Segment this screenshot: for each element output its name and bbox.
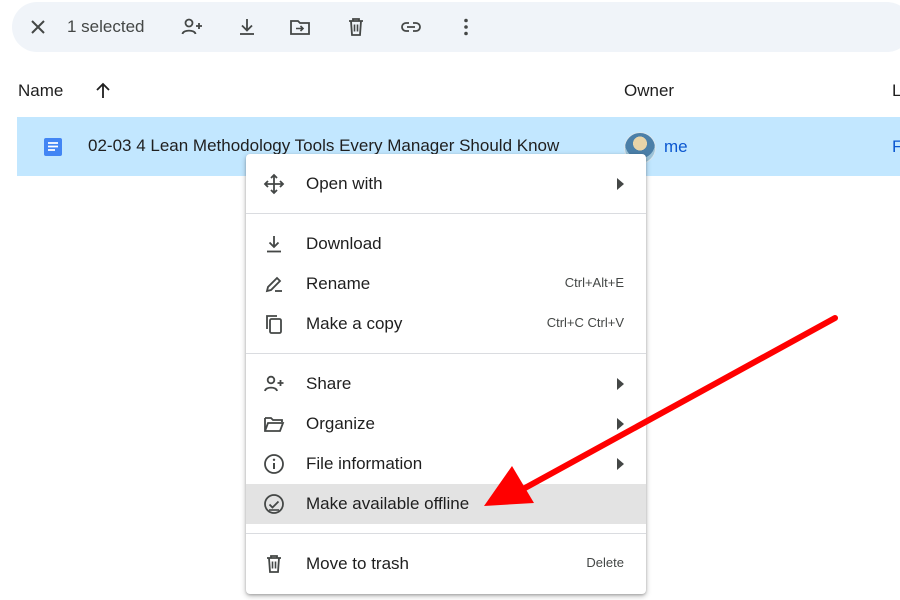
menu-item-label: File information bbox=[306, 454, 423, 473]
more-vert-icon[interactable] bbox=[454, 15, 478, 39]
menu-item-label: Move to trash bbox=[306, 554, 409, 573]
owner-name: me bbox=[664, 137, 688, 156]
offline-check-icon bbox=[262, 492, 286, 516]
share-person-add-icon[interactable] bbox=[180, 15, 204, 39]
shortcut-hint: Delete bbox=[586, 555, 624, 570]
copy-icon bbox=[262, 312, 286, 336]
shortcut-hint: Ctrl+Alt+E bbox=[564, 275, 624, 290]
sort-ascending-icon[interactable] bbox=[93, 81, 113, 101]
submenu-arrow-icon bbox=[617, 178, 624, 190]
column-header-owner[interactable]: Owner bbox=[624, 81, 674, 101]
shortcut-hint: Ctrl+C Ctrl+V bbox=[546, 315, 624, 330]
google-doc-icon bbox=[43, 137, 63, 162]
menu-item-organize[interactable]: Organize bbox=[246, 404, 646, 444]
menu-divider bbox=[246, 533, 646, 534]
menu-item-file-information[interactable]: File information bbox=[246, 444, 646, 484]
menu-item-label: Download bbox=[306, 234, 382, 253]
last-modified-clipped: F bbox=[892, 137, 900, 156]
menu-divider bbox=[246, 353, 646, 354]
menu-divider bbox=[246, 213, 646, 214]
move-to-folder-icon[interactable] bbox=[288, 15, 312, 39]
context-menu: Open with Download Rename Ctrl+Alt+E Mak… bbox=[246, 154, 646, 594]
menu-item-label: Make a copy bbox=[306, 314, 403, 333]
submenu-arrow-icon bbox=[617, 378, 624, 390]
download-icon bbox=[262, 232, 286, 256]
submenu-arrow-icon bbox=[617, 458, 624, 470]
download-icon[interactable] bbox=[235, 15, 259, 39]
rename-pencil-icon bbox=[262, 272, 286, 296]
menu-item-make-a-copy[interactable]: Make a copy Ctrl+C Ctrl+V bbox=[246, 304, 646, 344]
menu-item-share[interactable]: Share bbox=[246, 364, 646, 404]
selection-toolbar: 1 selected bbox=[12, 2, 900, 52]
menu-item-label: Make available offline bbox=[306, 494, 470, 513]
share-person-add-icon bbox=[262, 372, 286, 396]
open-with-icon bbox=[262, 172, 286, 196]
menu-item-move-to-trash[interactable]: Move to trash Delete bbox=[246, 544, 646, 584]
column-header-name[interactable]: Name bbox=[18, 81, 63, 101]
info-icon bbox=[262, 452, 286, 476]
folder-open-icon bbox=[262, 412, 286, 436]
selected-count: 1 selected bbox=[67, 17, 145, 36]
trash-icon bbox=[262, 552, 286, 576]
menu-item-rename[interactable]: Rename Ctrl+Alt+E bbox=[246, 264, 646, 304]
menu-item-label: Share bbox=[306, 374, 352, 393]
menu-item-open-with[interactable]: Open with bbox=[246, 164, 646, 204]
menu-item-label: Organize bbox=[306, 414, 375, 433]
menu-item-make-available-offline[interactable]: Make available offline bbox=[246, 484, 646, 524]
trash-icon[interactable] bbox=[344, 15, 368, 39]
column-header-last-modified[interactable]: L bbox=[892, 81, 900, 101]
menu-item-label: Rename bbox=[306, 274, 371, 293]
menu-item-label: Open with bbox=[306, 174, 383, 193]
link-icon[interactable] bbox=[399, 15, 423, 39]
file-name: 02-03 4 Lean Methodology Tools Every Man… bbox=[88, 136, 560, 155]
menu-item-download[interactable]: Download bbox=[246, 224, 646, 264]
close-icon[interactable] bbox=[26, 15, 50, 39]
submenu-arrow-icon bbox=[617, 418, 624, 430]
